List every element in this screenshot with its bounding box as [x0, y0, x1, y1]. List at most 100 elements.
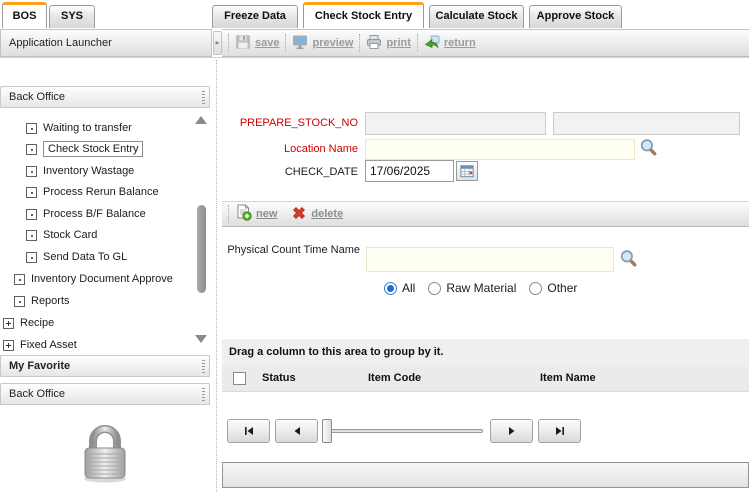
new-button[interactable]: new	[235, 204, 277, 224]
location-name-field[interactable]	[365, 139, 635, 160]
sidebar-panel-back-office[interactable]: Back Office	[0, 86, 210, 108]
toolbar-separator	[359, 34, 360, 52]
physical-count-time-name-field[interactable]	[366, 247, 614, 272]
leaf-node-icon	[26, 166, 37, 177]
tree-item-inventory-wastage[interactable]: Inventory Wastage	[0, 161, 134, 181]
new-icon	[235, 204, 252, 224]
save-button[interactable]: save	[235, 34, 279, 53]
radio-other[interactable]	[529, 282, 542, 295]
sidebar-splitter[interactable]	[216, 60, 217, 492]
column-header-item-name[interactable]: Item Name	[540, 372, 596, 384]
tree-item-label: Recipe	[20, 317, 54, 329]
toolbar-divider	[0, 57, 749, 58]
return-button[interactable]: return	[424, 34, 476, 53]
tree-item-label: Check Stock Entry	[43, 141, 143, 157]
tree-item-label: Process B/F Balance	[43, 208, 146, 220]
tree-item-fixed-asset[interactable]: Fixed Asset	[0, 335, 77, 355]
print-icon	[366, 34, 382, 53]
radio-other-label[interactable]: Other	[547, 281, 577, 295]
main-toolbar: save preview print return	[222, 29, 749, 57]
check-date-field[interactable]	[365, 160, 454, 182]
delete-button[interactable]: delete	[291, 205, 343, 224]
leaf-node-icon	[14, 274, 25, 285]
radio-raw-material-label[interactable]: Raw Material	[446, 281, 516, 295]
grip-icon	[202, 388, 205, 402]
tab-freeze-data[interactable]: Freeze Data	[212, 5, 298, 28]
pager-last-button[interactable]	[538, 419, 581, 443]
location-lookup-magnifier-icon[interactable]	[639, 138, 657, 159]
select-all-checkbox[interactable]	[233, 372, 246, 385]
tab-calculate-stock[interactable]: Calculate Stock	[429, 5, 524, 28]
tree-item-process-bf-balance[interactable]: Process B/F Balance	[0, 204, 146, 224]
physical-count-lookup-magnifier-icon[interactable]	[619, 249, 637, 270]
leaf-node-icon	[26, 209, 37, 220]
leaf-node-icon	[26, 144, 37, 155]
panel-collapse-button[interactable]: ▸	[213, 31, 222, 55]
application-launcher-title: Application Launcher	[9, 37, 112, 49]
toolbar-separator	[285, 34, 286, 52]
print-button[interactable]: print	[366, 34, 410, 53]
radio-all-label[interactable]: All	[402, 281, 415, 295]
tree-item-waiting-to-transfer[interactable]: Waiting to transfer	[0, 118, 132, 138]
tree-item-recipe[interactable]: Recipe	[0, 313, 54, 333]
leaf-node-icon	[26, 123, 37, 134]
tree-item-process-rerun-balance[interactable]: Process Rerun Balance	[0, 182, 159, 202]
tab-sys[interactable]: SYS	[49, 5, 95, 28]
tree-item-label: Inventory Wastage	[43, 165, 134, 177]
tab-bos[interactable]: BOS	[2, 2, 47, 28]
scroll-up-icon[interactable]	[195, 116, 207, 124]
grip-icon	[202, 91, 205, 105]
leaf-node-icon	[26, 187, 37, 198]
expand-plus-icon[interactable]	[3, 318, 14, 329]
check-date-label: CHECK_DATE	[222, 166, 358, 178]
expand-plus-icon[interactable]	[3, 340, 14, 351]
sidebar-panel-my-favorite[interactable]: My Favorite	[0, 355, 210, 377]
return-icon	[424, 34, 440, 53]
application-launcher-bar[interactable]: Application Launcher	[0, 29, 212, 57]
preview-button[interactable]: preview	[292, 34, 353, 53]
leaf-node-icon	[26, 230, 37, 241]
tree-item-check-stock-entry[interactable]: Check Stock Entry	[0, 139, 143, 159]
column-header-item-code[interactable]: Item Code	[368, 372, 421, 384]
grid-header-row: Status Item Code Item Name	[222, 366, 749, 392]
calendar-button[interactable]	[456, 161, 478, 181]
last-page-icon	[554, 425, 566, 437]
physical-count-time-name-label: Physical Count Time Name	[222, 243, 360, 257]
pager-previous-button[interactable]	[275, 419, 318, 443]
prepare-stock-no-field-1[interactable]	[365, 112, 546, 135]
tree-item-reports[interactable]: Reports	[0, 291, 70, 311]
grip-icon	[202, 360, 205, 374]
group-by-drop-area[interactable]: Drag a column to this area to group by i…	[222, 339, 749, 366]
leaf-node-icon	[26, 252, 37, 263]
sidebar-panel-title: Back Office	[9, 388, 65, 400]
save-label: save	[255, 37, 279, 49]
column-header-status[interactable]: Status	[262, 372, 296, 384]
delete-icon	[291, 205, 307, 224]
tree-item-send-data-to-gl[interactable]: Send Data To GL	[0, 247, 127, 267]
item-type-radio-group: All Raw Material Other	[384, 280, 585, 296]
tree-item-label: Send Data To GL	[43, 251, 127, 263]
pager-slider-thumb[interactable]	[322, 419, 332, 443]
pager-first-button[interactable]	[227, 419, 270, 443]
grid-footer-bar	[222, 462, 749, 488]
sidebar-panel-title: My Favorite	[9, 360, 70, 372]
tree-item-label: Waiting to transfer	[43, 122, 132, 134]
tree-item-label: Fixed Asset	[20, 339, 77, 351]
tree-scrollbar-thumb[interactable]	[197, 205, 206, 293]
scroll-down-icon[interactable]	[195, 335, 207, 343]
detail-toolbar: new delete	[222, 201, 749, 227]
radio-raw-material[interactable]	[428, 282, 441, 295]
tab-approve-stock[interactable]: Approve Stock	[529, 5, 622, 28]
pager-next-button[interactable]	[490, 419, 533, 443]
new-label: new	[256, 208, 277, 220]
sidebar-panel-back-office-2[interactable]: Back Office	[0, 383, 210, 405]
tree-item-inventory-document-approve[interactable]: Inventory Document Approve	[0, 269, 173, 289]
tab-check-stock-entry[interactable]: Check Stock Entry	[303, 2, 424, 28]
radio-all[interactable]	[384, 282, 397, 295]
calendar-icon	[460, 164, 474, 178]
pager-slider-track[interactable]	[327, 429, 483, 433]
prepare-stock-no-field-2[interactable]	[553, 112, 740, 135]
lock-icon	[76, 418, 134, 489]
toolbar-row: Application Launcher ▸ save preview	[0, 29, 749, 57]
tree-item-stock-card[interactable]: Stock Card	[0, 225, 97, 245]
